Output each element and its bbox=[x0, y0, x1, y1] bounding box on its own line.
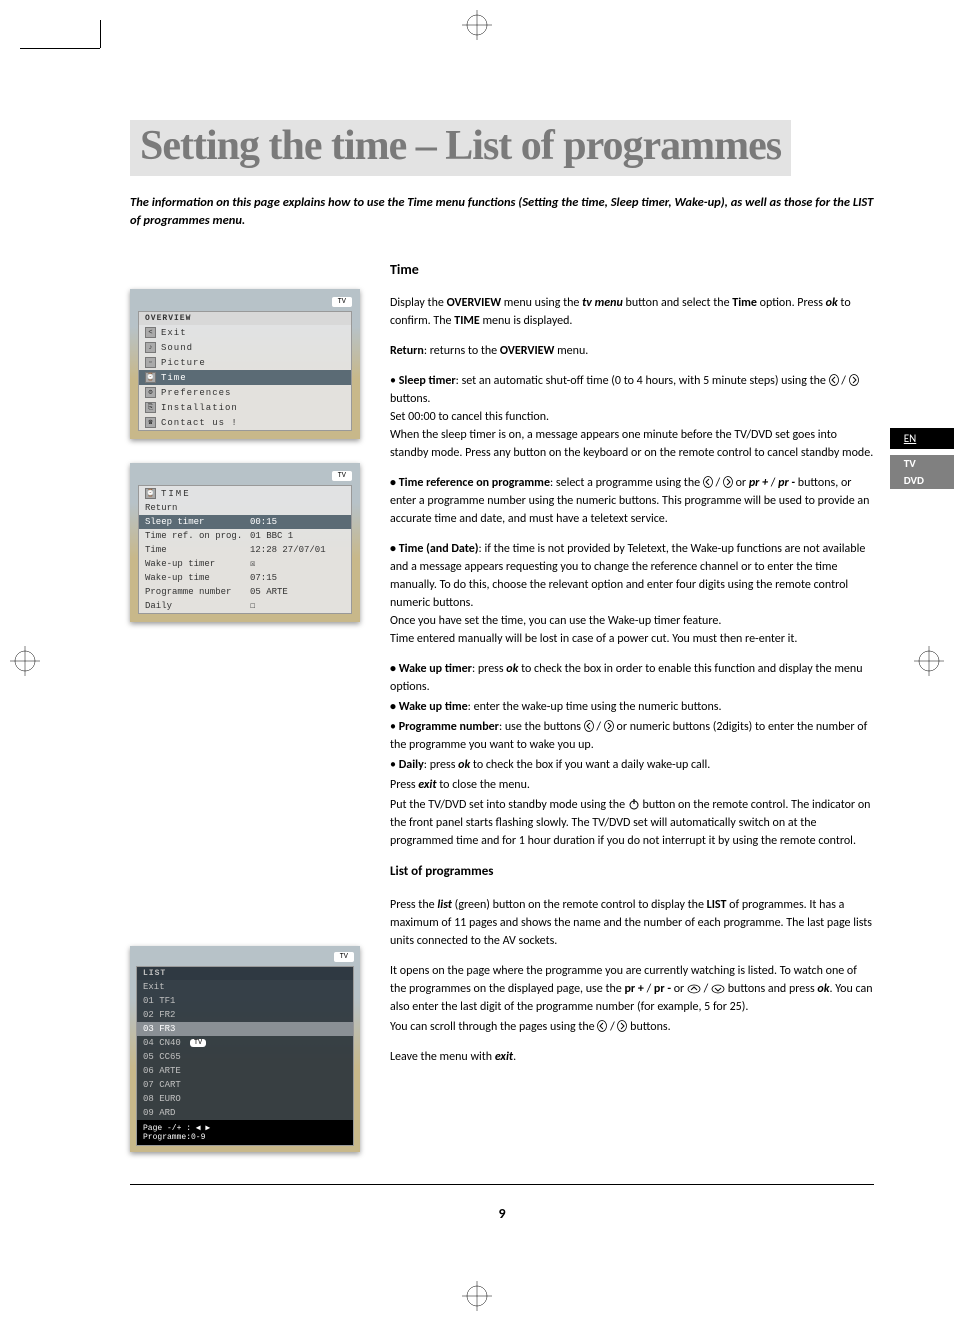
paragraph: Return: returns to the OVERVIEW menu. bbox=[390, 342, 874, 360]
heading-list: List of programmes bbox=[390, 862, 874, 882]
osd-setting-row: Daily ☐ bbox=[139, 599, 351, 613]
setting-value: 12:28 27/07/01 bbox=[250, 545, 326, 555]
paragraph: • Time reference on programme: select a … bbox=[390, 474, 874, 528]
page-number: 9 bbox=[130, 1205, 874, 1222]
right-arrow-icon bbox=[849, 374, 859, 386]
setting-label: Time bbox=[145, 545, 245, 555]
osd-menu-item: < Exit bbox=[139, 325, 351, 340]
osd-time: TV ⌚ TIME Return Sleep timer 00:15 Time ref… bbox=[130, 463, 360, 622]
page-title: Setting the time – List of programmes bbox=[130, 120, 791, 176]
list-item: 05 CC65 bbox=[137, 1050, 353, 1064]
menu-icon: ⎘ bbox=[145, 402, 156, 413]
list-item: 02 FR2 bbox=[137, 1008, 353, 1022]
paragraph: Press the list (green) button on the rem… bbox=[390, 896, 874, 950]
paragraph: Put the TV/DVD set into standby mode usi… bbox=[390, 796, 874, 850]
osd-title: LIST bbox=[137, 967, 353, 980]
osd-exit: Exit bbox=[137, 980, 353, 994]
setting-label: Sleep timer bbox=[145, 517, 245, 527]
osd-menu-item: ☎ Contact us ! bbox=[139, 415, 351, 430]
osd-setting-row: Time 12:28 27/07/01 bbox=[139, 543, 351, 557]
right-arrow-icon bbox=[723, 476, 733, 488]
osd-setting-row: Programme number 05 ARTE bbox=[139, 585, 351, 599]
menu-icon: ⌚ bbox=[145, 372, 156, 383]
divider bbox=[130, 1184, 874, 1185]
list-item: 08 EURO bbox=[137, 1092, 353, 1106]
list-item: 03 FR3 bbox=[137, 1022, 353, 1036]
osd-list: TV LIST Exit 01 TF102 FR203 FR304 CN40TV… bbox=[130, 946, 360, 1152]
paragraph: • Daily: press ok to check the box if yo… bbox=[390, 756, 874, 774]
osd-setting-row: Sleep timer 00:15 bbox=[139, 515, 351, 529]
osd-tv-badge: TV bbox=[334, 952, 354, 962]
paragraph: It opens on the page where the programme… bbox=[390, 962, 874, 1016]
setting-label: Time ref. on prog. bbox=[145, 531, 245, 541]
list-item: 07 CART bbox=[137, 1078, 353, 1092]
osd-title: TIME bbox=[161, 489, 191, 499]
crop-mark-bottom bbox=[462, 1281, 492, 1311]
menu-icon: ▫ bbox=[145, 357, 156, 368]
osd-overview: TV OVERVIEW < Exit ♪ Sound ▫ Picture ⌚ Time ⚙ Pre… bbox=[130, 289, 360, 439]
list-item: 01 TF1 bbox=[137, 994, 353, 1008]
menu-label: Installation bbox=[161, 403, 238, 413]
list-item: 06 ARTE bbox=[137, 1064, 353, 1078]
menu-icon: ♪ bbox=[145, 342, 156, 353]
menu-label: Picture bbox=[161, 358, 206, 368]
clock-icon: ⌚ bbox=[145, 488, 156, 499]
intro-text: The information on this page explains ho… bbox=[130, 188, 874, 229]
setting-label: Programme number bbox=[145, 587, 245, 597]
osd-menu-item: ⚙ Preferences bbox=[139, 385, 351, 400]
menu-icon: < bbox=[145, 327, 156, 338]
menu-label: Sound bbox=[161, 343, 193, 353]
paragraph: • Wake up time: enter the wake-up time u… bbox=[390, 698, 874, 716]
setting-value: 05 ARTE bbox=[250, 587, 288, 597]
menu-icon: ⚙ bbox=[145, 387, 156, 398]
setting-value: 01 BBC 1 bbox=[250, 531, 293, 541]
osd-setting-row: Time ref. on prog. 01 BBC 1 bbox=[139, 529, 351, 543]
osd-tv-badge: TV bbox=[332, 471, 352, 481]
menu-label: Exit bbox=[161, 328, 187, 338]
setting-label: Daily bbox=[145, 601, 245, 611]
setting-label: Wake-up timer bbox=[145, 559, 245, 569]
right-arrow-icon bbox=[617, 1020, 627, 1032]
up-arrow-icon bbox=[687, 984, 701, 994]
paragraph: You can scroll through the pages using t… bbox=[390, 1018, 874, 1036]
left-arrow-icon bbox=[703, 476, 713, 488]
osd-menu-item: ♪ Sound bbox=[139, 340, 351, 355]
heading-time: Time bbox=[390, 259, 874, 280]
osd-tv-badge: TV bbox=[332, 297, 352, 307]
left-arrow-icon bbox=[584, 720, 594, 732]
osd-footer: Page -/+ : ◀ ▶ Programme:0-9 bbox=[137, 1120, 353, 1145]
paragraph: • Sleep timer: set an automatic shut-off… bbox=[390, 372, 874, 462]
tv-pill: TV bbox=[190, 1039, 206, 1047]
paragraph: • Programme number: use the buttons / or… bbox=[390, 718, 874, 754]
paragraph: Leave the menu with exit. bbox=[390, 1048, 874, 1066]
paragraph: • Wake up timer: press ok to check the b… bbox=[390, 660, 874, 696]
osd-title: OVERVIEW bbox=[139, 312, 351, 325]
left-arrow-icon bbox=[829, 374, 839, 386]
standby-icon bbox=[628, 798, 640, 810]
osd-setting-row: Wake-up time 07:15 bbox=[139, 571, 351, 585]
menu-label: Preferences bbox=[161, 388, 231, 398]
list-item: 09 ARD bbox=[137, 1106, 353, 1120]
osd-menu-item: ⎘ Installation bbox=[139, 400, 351, 415]
paragraph: Display the OVERVIEW menu using the tv m… bbox=[390, 294, 874, 330]
right-arrow-icon bbox=[604, 720, 614, 732]
menu-label: Time bbox=[161, 373, 187, 383]
paragraph: Press exit to close the menu. bbox=[390, 776, 874, 794]
setting-label: Wake-up time bbox=[145, 573, 245, 583]
osd-menu-item: ▫ Picture bbox=[139, 355, 351, 370]
osd-menu-item: ⌚ Time bbox=[139, 370, 351, 385]
down-arrow-icon bbox=[711, 984, 725, 994]
menu-label: Contact us ! bbox=[161, 418, 238, 428]
setting-value: ☐ bbox=[250, 601, 255, 611]
menu-icon: ☎ bbox=[145, 417, 156, 428]
setting-value: 00:15 bbox=[250, 517, 277, 527]
osd-setting-row: Wake-up timer ☒ bbox=[139, 557, 351, 571]
list-item: 04 CN40TV bbox=[137, 1036, 353, 1050]
osd-return: Return bbox=[139, 501, 351, 515]
left-arrow-icon bbox=[597, 1020, 607, 1032]
setting-value: ☒ bbox=[250, 559, 255, 569]
setting-value: 07:15 bbox=[250, 573, 277, 583]
paragraph: • Time (and Date): if the time is not pr… bbox=[390, 540, 874, 648]
